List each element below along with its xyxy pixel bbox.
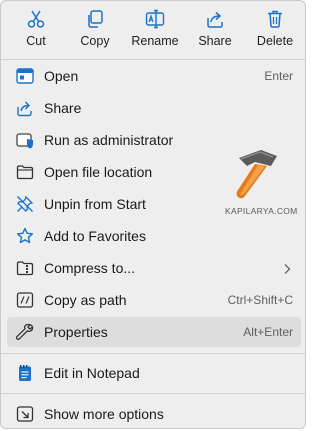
copy-path-icon [16, 291, 34, 309]
separator [1, 393, 305, 394]
watermark-text: KAPILARYA.COM [225, 206, 298, 216]
menu-item-compress-to[interactable]: Compress to... [7, 253, 301, 283]
share-button[interactable]: Share [185, 5, 245, 55]
trash-icon [268, 10, 282, 28]
menu-item-label: Edit in Notepad [44, 365, 140, 381]
share-label: Share [198, 34, 232, 48]
scissors-icon [27, 10, 45, 28]
zip-folder-icon [16, 259, 34, 277]
notepad-icon [16, 364, 34, 382]
menu-item-label: Copy as path [44, 292, 127, 308]
menu-item-label: Properties [44, 324, 108, 340]
delete-button[interactable]: Delete [245, 5, 305, 55]
hammer-icon [236, 150, 277, 199]
share-icon [16, 99, 34, 117]
rename-icon [145, 9, 165, 29]
menu-item-copy-as-path[interactable]: Copy as path Ctrl+Shift+C [7, 285, 301, 315]
menu-item-share[interactable]: Share [7, 93, 301, 123]
admin-shield-icon [16, 131, 34, 149]
app-window-icon [16, 67, 34, 85]
context-toolbar: Cut Copy Rename Share Delete [1, 1, 305, 57]
folder-icon [16, 163, 34, 181]
star-icon [16, 227, 34, 245]
cut-button[interactable]: Cut [6, 5, 66, 55]
separator [1, 353, 305, 354]
menu-item-open[interactable]: Open Enter [7, 61, 301, 91]
menu-item-label: Show more options [44, 406, 164, 422]
chevron-right-icon [283, 262, 291, 280]
share-icon [207, 11, 223, 28]
rename-button[interactable]: Rename [125, 5, 185, 55]
more-options-icon [16, 405, 34, 423]
menu-item-label: Open [44, 68, 79, 84]
copy-button[interactable]: Copy [65, 5, 125, 55]
shortcut-text: Enter [264, 69, 293, 83]
menu-item-properties[interactable]: Properties Alt+Enter [7, 317, 301, 347]
wrench-icon [16, 323, 34, 341]
delete-label: Delete [256, 34, 294, 48]
unpin-icon [16, 195, 34, 213]
menu-item-show-more-options[interactable]: Show more options [7, 399, 301, 428]
menu-item-label: Unpin from Start [44, 196, 146, 212]
separator [1, 59, 305, 60]
shortcut-text: Alt+Enter [243, 325, 293, 339]
kapilarya-watermark: KAPILARYA.COM [225, 148, 315, 220]
menu-item-label: Open file location [44, 164, 153, 180]
menu-item-label: Run as administrator [44, 132, 174, 148]
menu-item-label: Share [44, 100, 82, 116]
copy-label: Copy [80, 34, 110, 48]
copy-icon [88, 10, 103, 28]
menu-item-add-to-favorites[interactable]: Add to Favorites [7, 221, 301, 251]
menu-item-edit-in-notepad[interactable]: Edit in Notepad [7, 358, 301, 388]
menu-item-label: Compress to... [44, 260, 136, 276]
rename-label: Rename [131, 34, 179, 48]
menu-item-label: Add to Favorites [44, 228, 146, 244]
cut-label: Cut [26, 34, 46, 48]
shortcut-text: Ctrl+Shift+C [227, 293, 293, 307]
